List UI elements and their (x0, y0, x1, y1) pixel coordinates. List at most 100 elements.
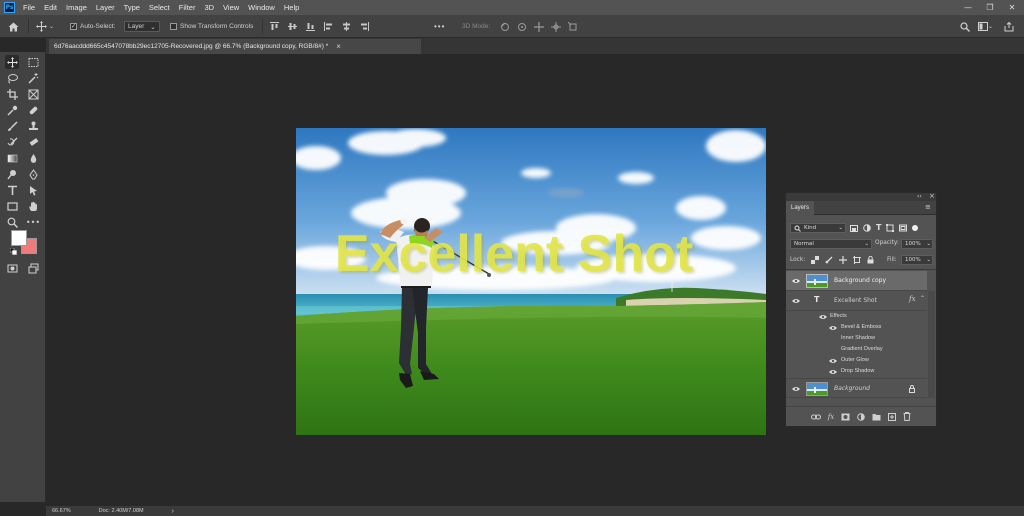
visibility-eye-icon[interactable] (792, 386, 800, 392)
history-brush-tool-icon[interactable] (5, 135, 19, 149)
menu-image[interactable]: Image (66, 3, 87, 12)
lock-transparent-pixels-icon[interactable] (811, 256, 819, 264)
search-icon[interactable] (960, 15, 970, 38)
add-layer-mask-icon[interactable] (841, 413, 850, 421)
blend-mode-dropdown[interactable]: Normal ⌄ (790, 239, 872, 249)
align-right-icon[interactable] (360, 22, 369, 31)
close-tab-icon[interactable]: × (336, 42, 341, 51)
type-tool-icon[interactable] (5, 183, 19, 197)
show-transform-controls-checkbox[interactable]: Show Transform Controls (170, 15, 253, 38)
layers-scrollbar[interactable] (928, 291, 935, 398)
align-top-icon[interactable] (270, 22, 279, 31)
effect-gradient-overlay[interactable]: Gradient Overlay (841, 346, 883, 352)
menu-filter[interactable]: Filter (179, 3, 196, 12)
filter-toggle-icon[interactable] (912, 225, 919, 231)
document-tab[interactable]: 6d76aacddd665c4547078bb29ec12705-Recover… (49, 39, 421, 54)
link-layers-icon[interactable] (810, 413, 821, 421)
effect-bevel-emboss[interactable]: Bevel & Emboss (841, 324, 881, 330)
minimize-button[interactable]: — (958, 0, 978, 15)
menu-edit[interactable]: Edit (44, 3, 57, 12)
marquee-tool-icon[interactable] (26, 55, 40, 69)
lock-position-icon[interactable] (839, 256, 847, 264)
lasso-tool-icon[interactable] (5, 71, 19, 85)
new-group-icon[interactable] (872, 413, 881, 421)
screen-mode-icon[interactable] (26, 261, 40, 275)
rectangle-tool-icon[interactable] (5, 199, 19, 213)
lock-all-icon[interactable] (867, 256, 874, 264)
magic-wand-tool-icon[interactable] (26, 71, 40, 85)
new-fill-adjustment-layer-icon[interactable] (857, 412, 866, 421)
delete-layer-icon[interactable] (903, 412, 911, 421)
lock-image-pixels-icon[interactable] (825, 256, 833, 264)
effect-drop-shadow[interactable]: Drop Shadow (841, 368, 874, 374)
visibility-eye-icon[interactable] (792, 278, 800, 284)
visibility-eye-icon[interactable] (819, 314, 827, 320)
auto-select-target-dropdown[interactable]: Layer ⌄ (124, 15, 160, 38)
healing-brush-tool-icon[interactable] (26, 103, 40, 117)
move-tool-icon[interactable] (5, 55, 19, 69)
filter-shape-icon[interactable] (886, 224, 895, 232)
filter-pixel-icon[interactable] (850, 224, 858, 232)
opacity-input[interactable]: 100% ⌄ (901, 239, 933, 249)
menu-select[interactable]: Select (149, 3, 170, 12)
foreground-color-swatch[interactable] (11, 230, 27, 246)
eraser-tool-icon[interactable] (26, 135, 40, 149)
layers-tab[interactable]: Layers (786, 201, 814, 215)
eyedropper-tool-icon[interactable] (5, 103, 19, 117)
effect-outer-glow[interactable]: Outer Glow (841, 357, 869, 363)
visibility-eye-icon[interactable] (792, 298, 800, 304)
visibility-eye-icon[interactable] (829, 325, 837, 331)
more-options-button[interactable]: ••• (434, 15, 445, 38)
close-panel-icon[interactable]: × (929, 192, 935, 200)
menu-3d[interactable]: 3D (204, 3, 214, 12)
layer-filter-dropdown[interactable]: Kind ⌄ (790, 223, 846, 233)
default-colors-icon[interactable] (9, 247, 17, 257)
filter-type-icon[interactable]: T (876, 224, 881, 232)
menu-layer[interactable]: Layer (96, 3, 115, 12)
lock-icon[interactable] (909, 385, 915, 393)
menu-file[interactable]: File (23, 3, 35, 12)
brush-tool-icon[interactable] (5, 119, 19, 133)
close-window-button[interactable]: ✕ (1002, 0, 1022, 15)
effects-group-label[interactable]: Effects (830, 313, 847, 319)
home-icon[interactable] (8, 15, 19, 38)
lock-artboard-icon[interactable] (853, 256, 861, 264)
layer-row-background[interactable]: Background (786, 378, 927, 398)
visibility-eye-icon[interactable] (829, 358, 837, 364)
gradient-tool-icon[interactable] (5, 151, 19, 165)
zoom-level[interactable]: 66.67% (52, 508, 71, 514)
new-layer-icon[interactable] (888, 412, 897, 421)
path-selection-tool-icon[interactable] (26, 183, 40, 197)
hand-tool-icon[interactable] (26, 199, 40, 213)
excellent-shot-text-layer[interactable]: Excellent Shot Excellent Shot (335, 225, 695, 285)
3d-pan-icon[interactable] (534, 21, 544, 32)
document-canvas[interactable]: Excellent Shot Excellent Shot (296, 128, 766, 435)
layer-fx-icon[interactable]: fx (909, 295, 916, 303)
align-vertical-center-icon[interactable] (288, 22, 297, 31)
panel-menu-icon[interactable]: ≡ (925, 203, 931, 211)
filter-smart-object-icon[interactable] (899, 224, 908, 232)
collapse-effects-icon[interactable]: ⌃ (920, 295, 925, 302)
align-left-icon[interactable] (324, 22, 333, 31)
clone-stamp-tool-icon[interactable] (26, 119, 40, 133)
share-icon[interactable] (1004, 15, 1014, 38)
layer-row-background-copy[interactable]: Background copy (786, 271, 927, 291)
3d-rotate-icon[interactable] (500, 22, 510, 32)
pen-tool-icon[interactable] (26, 167, 40, 181)
visibility-eye-icon[interactable] (829, 369, 837, 375)
fill-input[interactable]: 100% ⌄ (901, 255, 933, 265)
3d-scale-icon[interactable] (568, 21, 578, 32)
blur-tool-icon[interactable] (26, 151, 40, 165)
align-bottom-icon[interactable] (306, 22, 315, 31)
add-layer-style-icon[interactable]: fx (828, 413, 835, 421)
align-horizontal-center-icon[interactable] (342, 22, 351, 31)
status-menu-arrow-icon[interactable]: › (172, 508, 174, 515)
zoom-tool-icon[interactable] (5, 215, 19, 229)
filter-adjustment-icon[interactable] (863, 224, 871, 232)
quick-mask-icon[interactable] (5, 261, 19, 275)
menu-help[interactable]: Help (284, 3, 299, 12)
effect-inner-shadow[interactable]: Inner Shadow (841, 335, 875, 341)
collapse-panel-icon[interactable]: ‹‹ (917, 193, 922, 200)
move-tool-preset-icon[interactable]: ⌄ (36, 15, 54, 38)
dodge-tool-icon[interactable] (5, 167, 19, 181)
